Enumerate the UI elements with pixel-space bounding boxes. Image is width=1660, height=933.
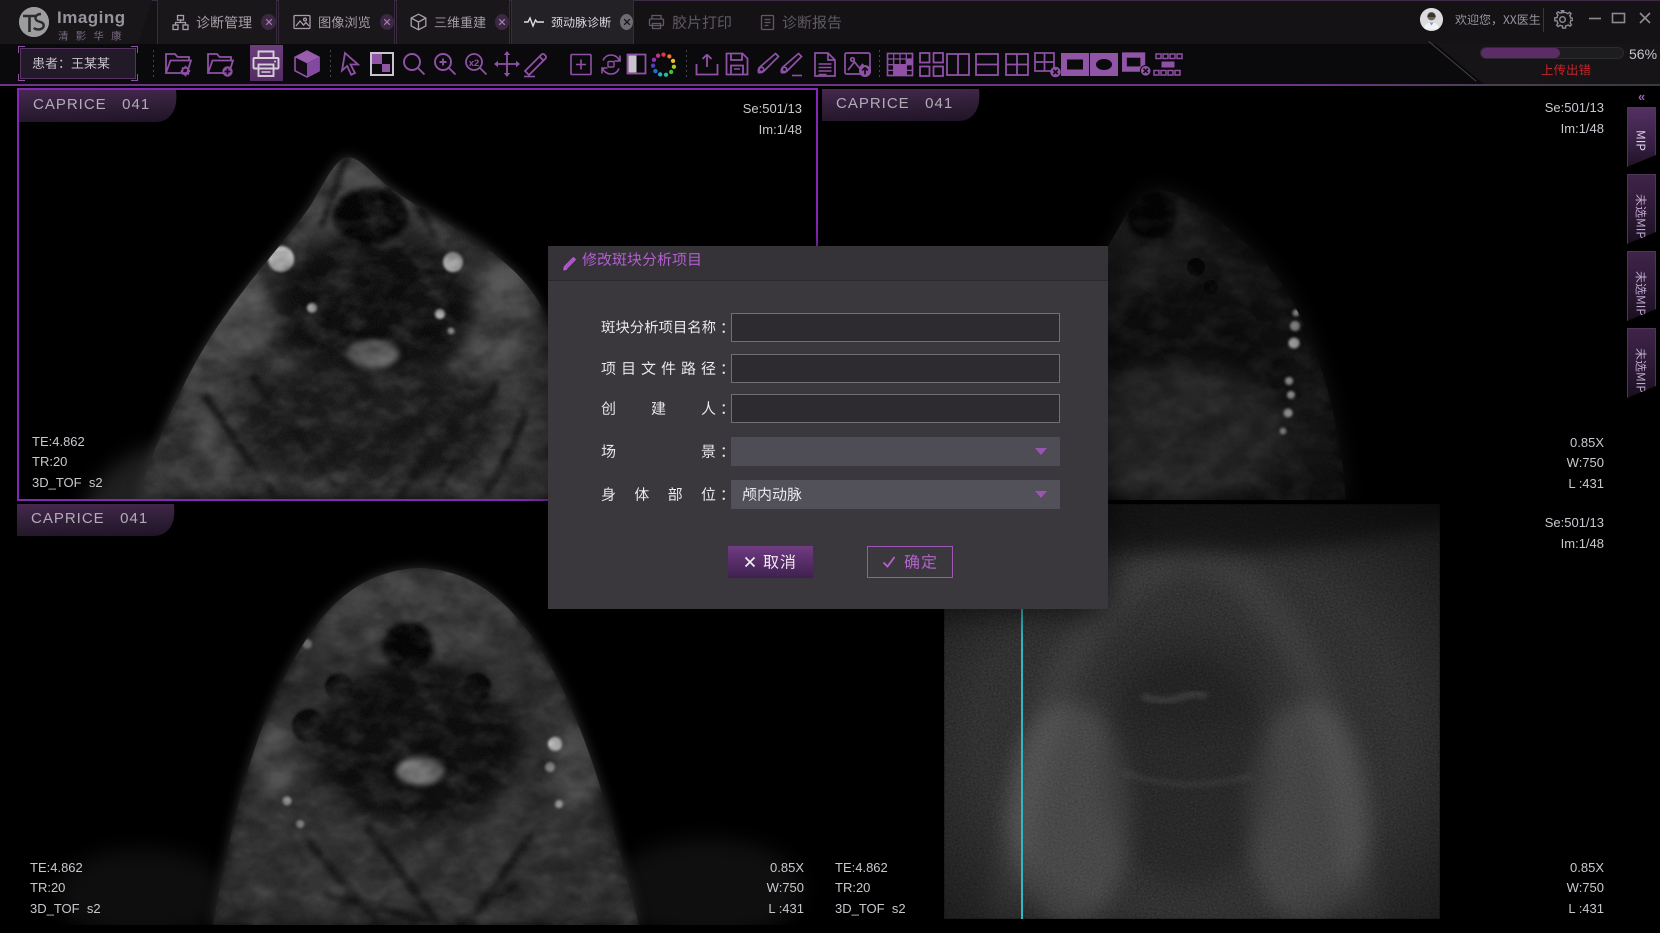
svg-text:x2: x2 (469, 58, 480, 69)
